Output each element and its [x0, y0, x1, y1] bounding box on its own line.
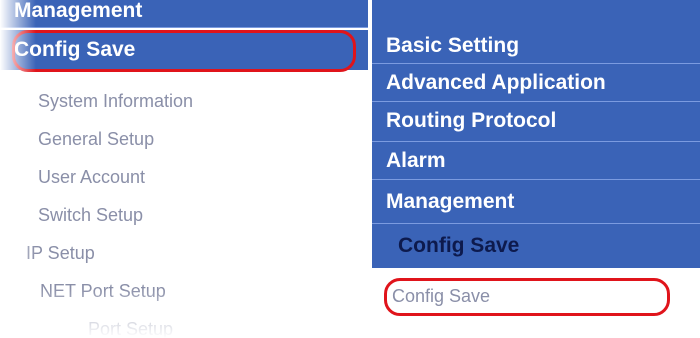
menu-item-label: Basic Setting	[386, 34, 520, 57]
menu-item-alarm[interactable]: Alarm	[372, 142, 700, 180]
menu-item-label: Advanced Application	[386, 71, 606, 94]
menu-item-routing-protocol[interactable]: Routing Protocol	[372, 102, 700, 142]
right-menu-panel: Basic Setting Advanced Application Routi…	[372, 0, 700, 338]
menu-item-config-save[interactable]: Config Save	[372, 224, 700, 268]
menu-item-label: Management	[14, 0, 143, 22]
submenu-item-label: NET Port Setup	[40, 281, 166, 301]
submenu-item-label: IP Setup	[26, 243, 95, 263]
submenu-item-switch-setup[interactable]: Switch Setup	[0, 196, 368, 235]
left-menu-panel: Management Config Save System Informatio…	[0, 0, 368, 338]
submenu-item-system-information[interactable]: System Information	[0, 82, 368, 121]
submenu-item-label: Config Save	[392, 286, 491, 306]
menu-item-label: Config Save	[14, 38, 136, 61]
submenu-item-general-setup[interactable]: General Setup	[0, 120, 368, 159]
menu-item-top-partial	[372, 0, 700, 26]
submenu-item-label: Switch Setup	[38, 205, 144, 225]
menu-item-basic-setting[interactable]: Basic Setting	[372, 26, 700, 64]
menu-item-management[interactable]: Management	[0, 0, 368, 28]
menu-item-label: Config Save	[398, 234, 520, 257]
submenu-item-port-setup[interactable]: Port Setup	[0, 310, 368, 338]
menu-item-management[interactable]: Management	[372, 180, 700, 224]
submenu-item-label: User Account	[38, 167, 146, 187]
menu-item-config-save[interactable]: Config Save	[0, 30, 368, 70]
submenu-item-config-save[interactable]: Config Save	[372, 276, 700, 316]
submenu-item-label: System Information	[38, 91, 194, 111]
submenu-item-user-account[interactable]: User Account	[0, 158, 368, 197]
submenu-item-label: General Setup	[38, 129, 155, 149]
menu-item-label: Alarm	[386, 149, 446, 172]
menu-item-label: Routing Protocol	[386, 109, 557, 132]
submenu-item-ip-setup[interactable]: IP Setup	[0, 234, 368, 273]
submenu-item-net-port-setup[interactable]: NET Port Setup	[0, 272, 368, 311]
menu-item-advanced-application[interactable]: Advanced Application	[372, 64, 700, 102]
submenu-item-label: Port Setup	[88, 319, 174, 338]
menu-item-label: Management	[386, 190, 515, 213]
